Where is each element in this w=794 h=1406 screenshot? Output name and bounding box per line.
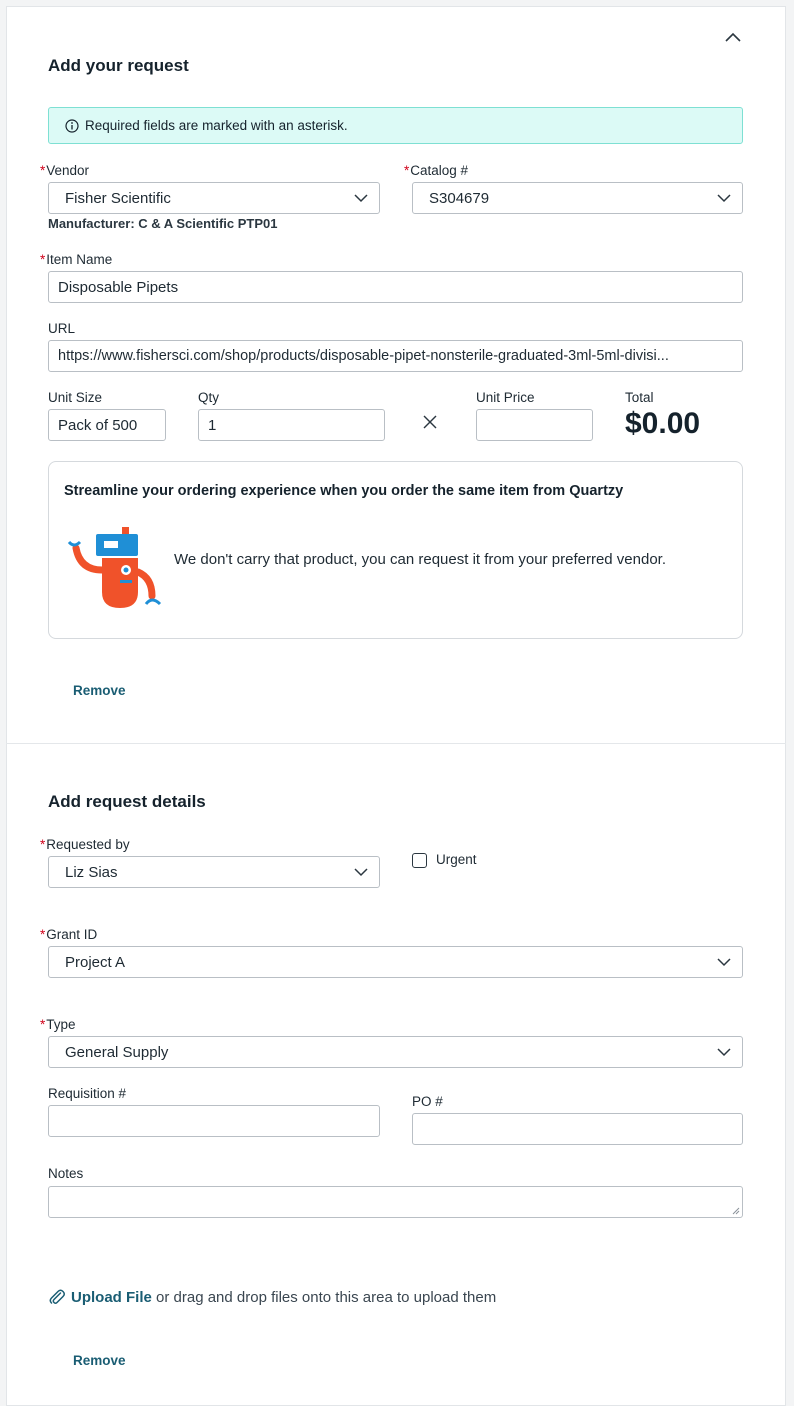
url-value: https://www.fishersci.com/shop/products/…: [58, 348, 669, 364]
notes-label: Notes: [48, 1166, 84, 1181]
promo-title: Streamline your ordering experience when…: [64, 483, 624, 499]
item-name-input[interactable]: Disposable Pipets: [48, 271, 743, 303]
chevron-down-icon: [354, 194, 368, 203]
request-heading: Add your request: [48, 56, 189, 75]
unit-size-input[interactable]: Pack of 500: [48, 409, 166, 441]
po-input[interactable]: [412, 1113, 743, 1145]
catalog-label: *Catalog #: [404, 163, 468, 178]
qty-value: 1: [208, 416, 217, 434]
unit-size-label: Unit Size: [48, 390, 103, 405]
required-marker: *: [40, 837, 46, 852]
po-label: PO #: [412, 1094, 443, 1109]
upload-hint: or drag and drop files onto this area to…: [151, 1288, 497, 1306]
info-icon: [65, 118, 79, 133]
grant-id-label-text: Grant ID: [46, 927, 98, 942]
qty-label: Qty: [198, 390, 220, 405]
upload-area[interactable]: Upload File or drag and drop files onto …: [48, 1288, 496, 1306]
manufacturer-text: Manufacturer: C & A Scientific PTP01: [48, 216, 278, 231]
notes-textarea[interactable]: [48, 1186, 743, 1218]
urgent-label: Urgent: [436, 852, 477, 867]
vendor-value: Fisher Scientific: [65, 189, 171, 207]
total-value: $0.00: [625, 407, 701, 440]
item-name-value: Disposable Pipets: [58, 278, 179, 296]
requested-by-value: Liz Sias: [65, 863, 118, 881]
grant-id-value: Project A: [65, 953, 126, 971]
type-select[interactable]: General Supply: [48, 1036, 743, 1068]
item-name-label: *Item Name: [40, 252, 112, 267]
type-label: *Type: [40, 1017, 76, 1032]
remove-details-link[interactable]: Remove: [73, 1353, 126, 1368]
vendor-select[interactable]: Fisher Scientific: [48, 182, 380, 214]
required-marker: *: [40, 927, 46, 942]
chevron-down-icon: [717, 958, 731, 967]
requisition-label: Requisition #: [48, 1086, 127, 1101]
requested-by-label: *Requested by: [40, 837, 130, 852]
total-label: Total: [625, 390, 654, 405]
remove-item-link[interactable]: Remove: [73, 683, 126, 698]
qty-input[interactable]: 1: [198, 409, 385, 441]
details-heading: Add request details: [48, 792, 206, 811]
close-icon: [423, 415, 437, 429]
vendor-label: *Vendor: [40, 163, 89, 178]
upload-file-link[interactable]: Upload File: [71, 1289, 152, 1306]
required-marker: *: [404, 163, 410, 178]
requested-by-select[interactable]: Liz Sias: [48, 856, 380, 888]
promo-message: We don't carry that product, you can req…: [174, 551, 666, 568]
unit-price-input[interactable]: [476, 409, 593, 441]
chevron-down-icon: [354, 868, 368, 877]
resize-handle-icon[interactable]: [732, 1207, 740, 1215]
info-text: Required fields are marked with an aster…: [85, 118, 348, 133]
url-input[interactable]: https://www.fishersci.com/shop/products/…: [48, 340, 743, 372]
catalog-label-text: Catalog #: [410, 163, 469, 178]
type-label-text: Type: [46, 1017, 76, 1032]
required-info-banner: Required fields are marked with an aster…: [48, 107, 743, 144]
chevron-down-icon: [717, 1048, 731, 1057]
section-divider: [6, 743, 786, 744]
required-marker: *: [40, 1017, 46, 1032]
catalog-select[interactable]: S304679: [412, 182, 743, 214]
vendor-label-text: Vendor: [46, 163, 90, 178]
required-marker: *: [40, 252, 46, 267]
item-name-label-text: Item Name: [46, 252, 113, 267]
url-label: URL: [48, 321, 76, 336]
urgent-checkbox[interactable]: [412, 853, 427, 868]
grant-id-label: *Grant ID: [40, 927, 97, 942]
robot-illustration: [67, 527, 162, 608]
chevron-up-icon: [725, 32, 741, 42]
required-marker: *: [40, 163, 46, 178]
unit-size-value: Pack of 500: [58, 416, 138, 434]
chevron-down-icon: [717, 194, 731, 203]
collapse-button[interactable]: [722, 26, 744, 48]
paperclip-icon: [49, 1289, 65, 1304]
unit-price-label: Unit Price: [476, 390, 535, 405]
requested-by-label-text: Requested by: [46, 837, 130, 852]
grant-id-select[interactable]: Project A: [48, 946, 743, 978]
type-value: General Supply: [65, 1043, 169, 1061]
catalog-value: S304679: [429, 189, 490, 207]
requisition-input[interactable]: [48, 1105, 380, 1137]
